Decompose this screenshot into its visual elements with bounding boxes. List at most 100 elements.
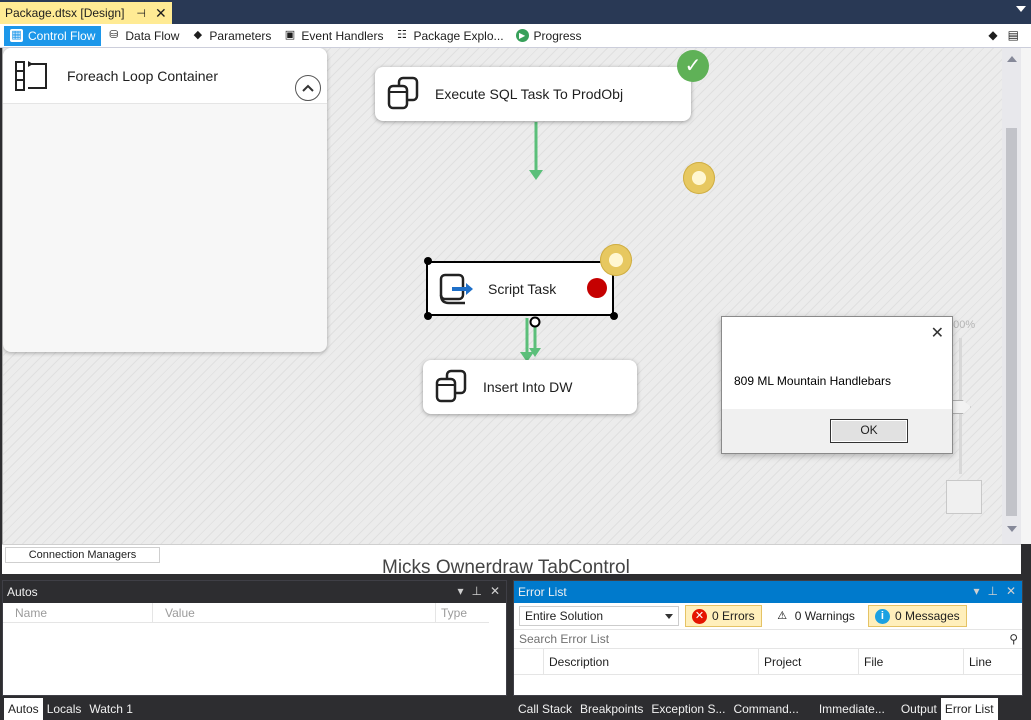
- pin-icon[interactable]: ⊣: [136, 7, 146, 20]
- tab-locals[interactable]: Locals: [43, 698, 86, 720]
- autos-scrollbar[interactable]: [489, 603, 506, 695]
- warning-icon: ⚠: [777, 609, 788, 622]
- error-icon: ✕: [692, 608, 707, 624]
- tab-package-explorer[interactable]: ☷ Package Explo...: [389, 26, 509, 46]
- tab-breakpoints[interactable]: Breakpoints: [576, 698, 647, 720]
- window-menu-icon[interactable]: ▾: [457, 584, 463, 598]
- designer-tabs: ▦ Control Flow ⛁ Data Flow ◆ Parameters …: [0, 24, 1031, 48]
- foreach-loop-container-header[interactable]: Foreach Loop Container: [3, 48, 327, 104]
- control-flow-icon: ▦: [10, 29, 23, 42]
- execute-sql-task[interactable]: Execute SQL Task To ProdObj: [375, 67, 691, 121]
- errors-filter-label: 0 Errors: [712, 609, 755, 623]
- design-surface-vertical-scrollbar[interactable]: [1002, 48, 1021, 544]
- column-project[interactable]: Project: [759, 649, 859, 674]
- document-tab-strip: Package.dtsx [Design] ⊣ ✕: [0, 0, 1031, 24]
- error-list-title: Error List: [518, 585, 567, 599]
- progress-icon: ▶: [515, 29, 529, 42]
- document-tab-package[interactable]: Package.dtsx [Design] ⊣ ✕: [0, 2, 172, 24]
- execute-sql-task-label: Execute SQL Task To ProdObj: [435, 86, 624, 102]
- tab-command-window[interactable]: Command...: [729, 698, 814, 720]
- chevron-up-icon: [302, 84, 314, 92]
- close-window-icon[interactable]: ✕: [1006, 584, 1016, 598]
- autos-title-bar: Autos ▾ ⊥ ✕: [3, 581, 506, 603]
- event-handlers-icon: ▣: [284, 29, 296, 41]
- column-value[interactable]: Value: [153, 603, 436, 622]
- connector-handle[interactable]: [529, 316, 541, 328]
- container-running-icon: [683, 162, 715, 194]
- message-box-dialog: ✕ 809 ML Mountain Handlebars OK: [721, 316, 953, 454]
- tab-progress-label: Progress: [533, 28, 582, 43]
- control-flow-design-surface[interactable]: Execute SQL Task To ProdObj ✓ Foreach Lo…: [2, 48, 1002, 544]
- column-line[interactable]: Line: [964, 649, 1004, 674]
- error-list-grid-header: Description Project File Line: [514, 649, 1022, 675]
- scroll-down-icon[interactable]: [1007, 526, 1017, 532]
- breakpoint-icon[interactable]: [587, 278, 607, 298]
- column-description[interactable]: Description: [544, 649, 759, 674]
- zoom-to-fit-button[interactable]: [946, 480, 982, 514]
- errors-filter-button[interactable]: ✕ 0 Errors: [685, 605, 762, 627]
- success-check-icon: ✓: [677, 50, 709, 82]
- chevron-down-icon: [665, 614, 673, 619]
- connection-managers-area: Connection Managers Micks Ownerdraw TabC…: [2, 544, 1021, 574]
- close-window-icon[interactable]: ✕: [490, 584, 500, 598]
- tab-call-stack[interactable]: Call Stack: [514, 698, 576, 720]
- tab-data-flow[interactable]: ⛁ Data Flow: [101, 26, 185, 46]
- tab-error-list[interactable]: Error List: [940, 698, 998, 720]
- tab-autos[interactable]: Autos: [4, 698, 43, 720]
- script-task[interactable]: Script Task: [426, 261, 614, 316]
- autos-tool-tabs: Autos Locals Watch 1: [4, 696, 137, 720]
- scroll-up-icon[interactable]: [1007, 56, 1017, 62]
- selection-handle-top-left[interactable]: [424, 257, 432, 265]
- search-icon[interactable]: ⚲: [1009, 632, 1018, 646]
- column-file[interactable]: File: [859, 649, 964, 674]
- window-menu-icon[interactable]: ▾: [973, 584, 979, 598]
- error-list-toolbar: Entire Solution ✕ 0 Errors ⚠ 0 Warnings …: [514, 603, 1022, 629]
- autos-grid-header: Name Value Type: [3, 603, 506, 623]
- autos-title: Autos: [7, 585, 38, 599]
- error-scope-dropdown[interactable]: Entire Solution: [519, 606, 679, 626]
- tab-immediate-window[interactable]: Immediate...: [815, 698, 897, 720]
- designer-right-icons: ◆ ▤: [988, 28, 1019, 42]
- script-task-icon: [439, 273, 473, 304]
- selection-handle-bottom-right[interactable]: [610, 312, 618, 320]
- tab-control-caption: Micks Ownerdraw TabControl: [382, 557, 630, 574]
- error-list-tool-tabs: Call Stack Breakpoints Exception S... Co…: [514, 696, 998, 720]
- connection-managers-tab[interactable]: Connection Managers: [5, 547, 160, 563]
- error-list-search[interactable]: Search Error List ⚲: [514, 629, 1022, 649]
- pin-window-icon[interactable]: ⊥: [987, 584, 997, 598]
- tab-control-flow-label: Control Flow: [28, 28, 96, 43]
- variables-window-icon[interactable]: ▤: [1008, 28, 1019, 42]
- pin-window-icon[interactable]: ⊥: [471, 584, 481, 598]
- warnings-filter-button[interactable]: ⚠ 0 Warnings: [768, 605, 862, 627]
- selection-handle-bottom-left[interactable]: [424, 312, 432, 320]
- tab-package-explorer-label: Package Explo...: [413, 28, 504, 43]
- tab-event-handlers[interactable]: ▣ Event Handlers: [277, 26, 389, 46]
- tab-overflow-dropdown-icon[interactable]: [1016, 6, 1026, 12]
- close-tab-icon[interactable]: ✕: [155, 5, 167, 22]
- messages-filter-button[interactable]: i 0 Messages: [867, 605, 967, 627]
- column-type[interactable]: Type: [436, 603, 491, 622]
- package-explorer-icon: ☷: [397, 29, 407, 41]
- tab-parameters[interactable]: ◆ Parameters: [185, 26, 277, 46]
- script-task-label: Script Task: [488, 280, 557, 297]
- script-running-icon: [600, 244, 632, 276]
- insert-into-dw-task[interactable]: Insert Into DW: [423, 360, 637, 414]
- column-category[interactable]: [514, 649, 544, 674]
- tab-progress[interactable]: ▶ Progress: [510, 26, 588, 46]
- foreach-loop-icon: [15, 60, 47, 91]
- error-search-placeholder: Search Error List: [519, 632, 610, 646]
- column-name[interactable]: Name: [3, 603, 153, 622]
- data-flow-icon: ⛁: [109, 29, 119, 41]
- close-dialog-icon[interactable]: ✕: [931, 323, 944, 343]
- tab-output[interactable]: Output: [897, 698, 941, 720]
- ok-button[interactable]: OK: [830, 419, 908, 443]
- tab-watch-1[interactable]: Watch 1: [85, 698, 137, 720]
- tab-control-flow[interactable]: ▦ Control Flow: [4, 25, 102, 46]
- message-box-footer: OK: [722, 409, 952, 453]
- database-task-icon: [435, 369, 467, 403]
- tab-exception-settings[interactable]: Exception S...: [647, 698, 729, 720]
- right-margin: [1021, 48, 1031, 544]
- scrollbar-thumb[interactable]: [1006, 128, 1017, 516]
- package-icon[interactable]: ◆: [988, 28, 997, 42]
- collapse-container-button[interactable]: [295, 75, 321, 101]
